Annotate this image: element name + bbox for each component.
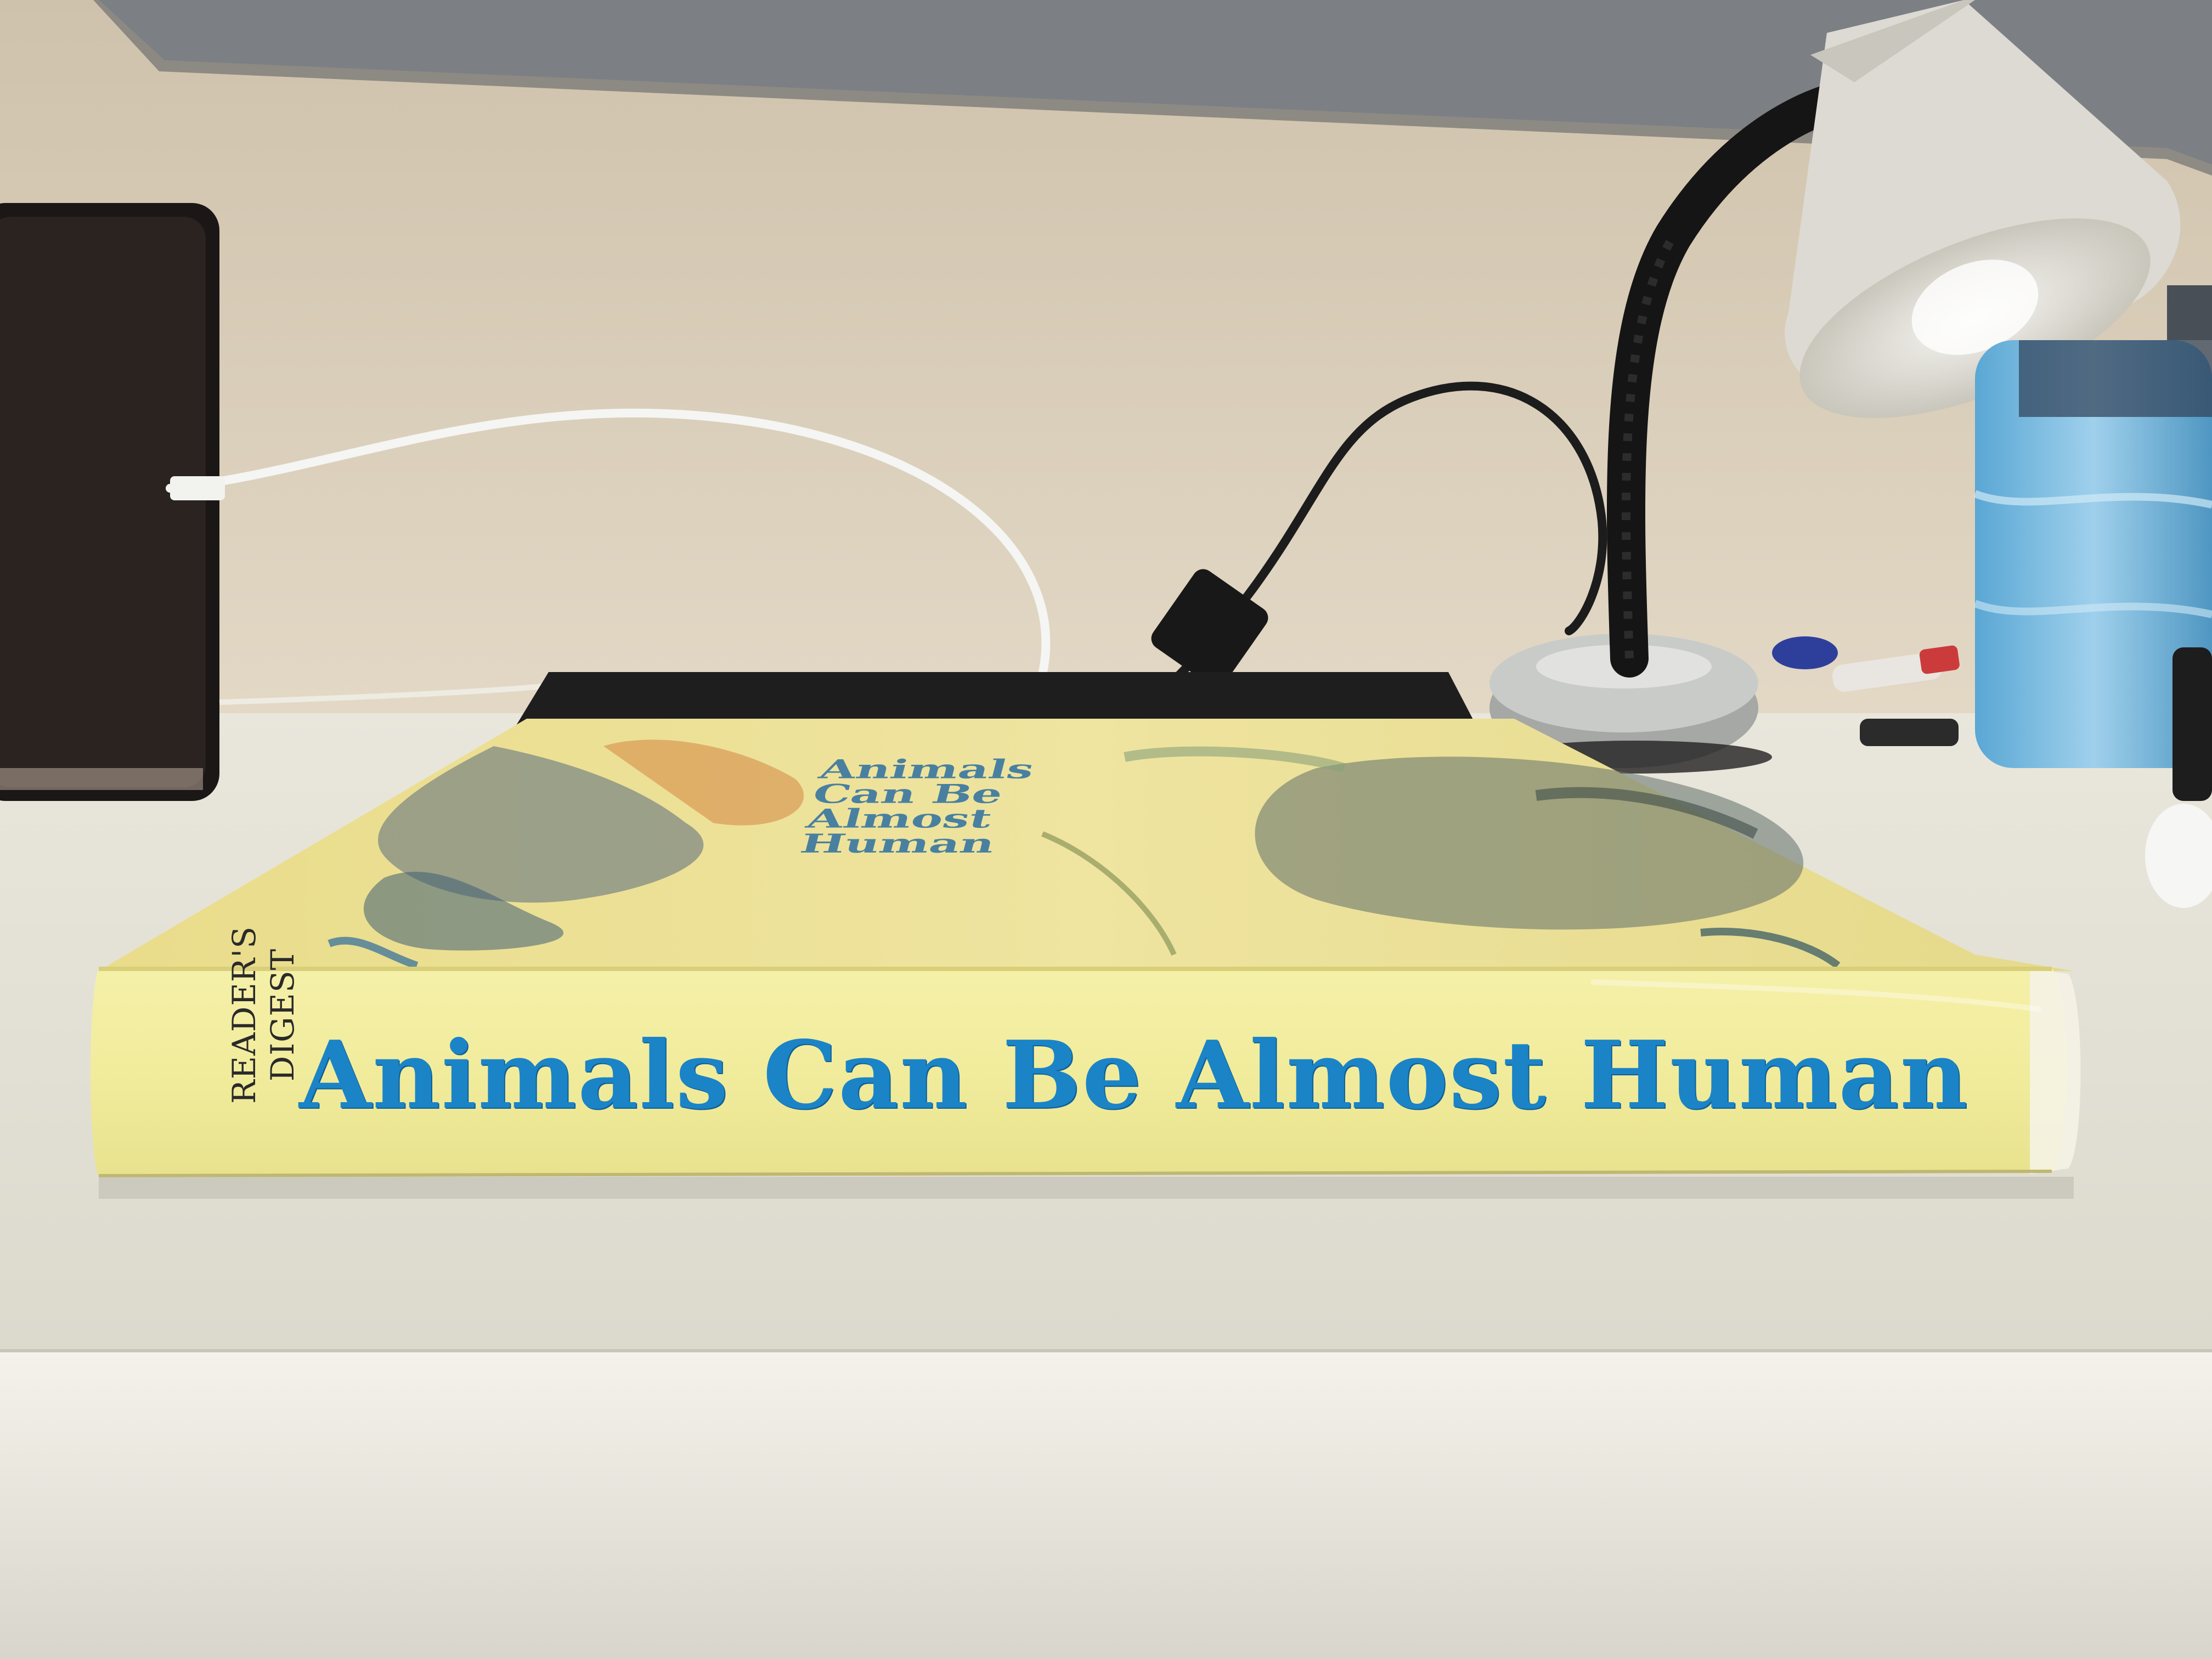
cover-title-line-1: Animals [816,754,1038,785]
cover-title-line-2: Can Be [809,778,1006,810]
publisher-line-1: READER'S [225,926,263,1104]
cover-title-line-3: Almost [803,803,996,834]
cover-title: Animals Can Be Almost Human [797,754,1317,859]
spine-title: Animals Can Be Almost Human [299,1020,1969,1130]
cover-title-line-4: Human [797,828,998,859]
photo-scene: Animals Can Be Almost Human READER'S DIG… [0,0,2212,1659]
publisher-line-2: DIGEST [264,948,301,1082]
